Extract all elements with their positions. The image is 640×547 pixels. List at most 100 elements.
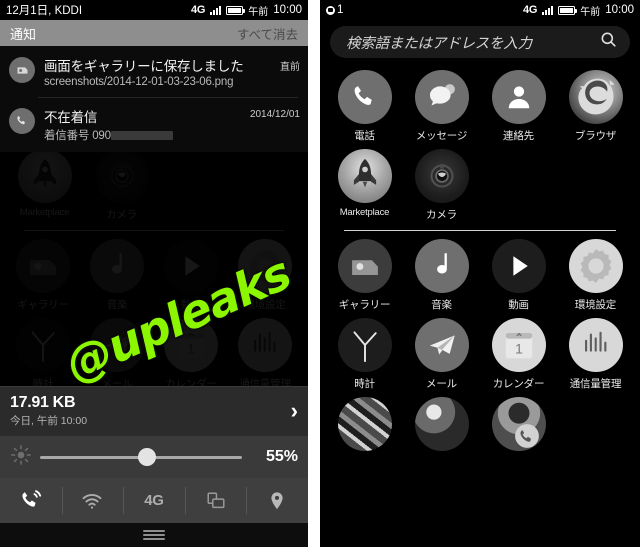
app-label: カレンダー [492,378,545,390]
photo-contact-call-icon[interactable] [491,397,546,451]
app-grid-row: 電話 メッセージ 連絡先 ブラウザ [326,64,634,143]
brightness-row: 55% [0,436,308,478]
phone-icon[interactable] [337,70,392,124]
settings-gear-icon[interactable] [568,239,623,293]
video-play-icon [164,239,218,293]
ringer-toggle[interactable] [0,478,62,523]
home-handle-bar[interactable] [0,523,308,547]
app-icon-ギャラリー[interactable]: ギャラリー [326,233,403,312]
app-grid-row: Marketplace カメラ [326,143,634,222]
right-phone-panel: 1 4G 午前 10:00 検索語またはアドレスを入力 電話 メッセージ連絡先 … [320,0,640,547]
brightness-sun-icon [10,444,32,471]
app-icon-ギャラリー: ギャラリー [6,233,80,312]
app-icon-メール: メール [80,312,154,391]
app-icon-カメラ[interactable]: カメラ [403,143,480,222]
app-icon-カレンダー: 1 カレンダー [154,312,228,391]
brightness-slider[interactable] [40,448,242,466]
location-toggle[interactable] [246,478,308,523]
chevron-right-icon[interactable]: › [291,400,298,422]
signal-bars-icon [210,5,222,15]
app-label: Marketplace [339,207,390,218]
data-usage-row[interactable]: 17.91 KB 今日, 午前 10:00 › [0,386,308,436]
message-bubble-icon[interactable] [414,70,469,124]
home-handle-icon[interactable] [143,528,165,542]
app-icon-動画: 動画 [154,233,228,312]
status-network-label: 4G [522,4,538,16]
app-icon-ブラウザ[interactable]: ブラウザ [557,64,634,143]
homescreen: 検索語またはアドレスを入力 電話 メッセージ 連絡先 ブラウザ Marketplace カ… [320,20,640,547]
gallery-icon[interactable] [337,239,392,293]
notification-subtitle: screenshots/2014-12-01-03-23-06.png [44,76,234,88]
calendar-icon: 1 [164,318,218,372]
notification-subtitle: 着信番号 090 [44,130,111,142]
app-icon-カレンダー[interactable]: 1 カレンダー [480,312,557,391]
notification-time: 直前 [280,62,300,73]
notification-count-badge: 1 [326,4,343,16]
status-time: 10:00 [605,4,634,16]
app-grid-row: Marketplace カメラ [6,143,302,222]
app-icon-photo-2[interactable] [403,391,480,455]
music-note-icon[interactable] [414,239,469,293]
video-play-icon[interactable] [491,239,546,293]
marketplace-rocket-icon[interactable] [337,149,392,203]
quick-toggle-row: 4G [0,478,308,523]
app-icon-photo-3[interactable] [480,391,557,455]
gallery-icon [9,57,35,83]
wifi-toggle[interactable] [61,478,124,523]
app-label: 動画 [180,299,202,311]
app-label: 動画 [508,299,529,311]
app-label: 環境設定 [574,299,617,311]
app-icon-音楽[interactable]: 音楽 [403,233,480,312]
photo-thumb-icon[interactable] [414,397,469,451]
app-grid-row: ギャラリー 音楽 動画 環境設定 [326,233,634,312]
photo-thumb-icon[interactable] [337,397,392,451]
brightness-percent: 55% [265,448,298,465]
marketplace-rocket-icon [17,149,72,203]
status-date-carrier: 12月1日, KDDI [6,2,82,18]
data-usage-amount: 17.91 KB [10,394,76,411]
app-grid-row: 時計 メール 1 カレンダー 通信量管理 [6,312,302,391]
brightness-slider-thumb[interactable] [138,448,157,466]
app-grid-row [326,391,634,455]
calendar-icon[interactable]: 1 [491,318,546,372]
status-time: 10:00 [273,4,302,16]
clear-all-button[interactable]: すべて消去 [237,24,298,43]
app-label: メール [426,378,457,390]
firefox-browser-icon[interactable] [568,70,623,124]
notification-title: 不在着信 [44,110,98,125]
notification-item[interactable]: 画面をギャラリーに保存しました screenshots/2014-12-01-0… [0,46,308,97]
app-icon-電話[interactable]: 電話 [326,64,403,143]
status-ampm: 午前 [580,6,601,18]
camera-icon[interactable] [414,149,469,203]
app-label: 時計 [354,378,375,390]
app-icon-メッセージ[interactable]: メッセージ [403,64,480,143]
left-phone-panel: 12月1日, KDDI 4G 午前 10:00 電話メッセージ連絡先ブラウザMa… [0,0,308,547]
notification-item[interactable]: 不在着信 着信番号 090 2014/12/01 [0,97,308,152]
app-icon-photo-1[interactable] [326,391,403,455]
notification-list: 画面をギャラリーに保存しました screenshots/2014-12-01-0… [0,46,308,152]
search-input[interactable]: 検索語またはアドレスを入力 [346,32,532,53]
app-label: ギャラリー [338,299,391,311]
app-icon-カメラ: カメラ [83,143,160,222]
clock-icon [16,318,70,372]
search-icon[interactable] [599,30,618,54]
app-icon-Marketplace[interactable]: Marketplace [326,143,403,222]
svg-text:1: 1 [187,342,195,358]
right-status-bar: 1 4G 午前 10:00 [320,0,640,20]
app-icon-環境設定[interactable]: 環境設定 [557,233,634,312]
contacts-person-icon[interactable] [491,70,546,124]
clock-icon[interactable] [337,318,392,372]
rotation-lock-toggle[interactable] [184,478,247,523]
data-toggle[interactable]: 4G [123,478,185,523]
search-bar[interactable]: 検索語またはアドレスを入力 [330,26,630,58]
battery-icon [226,5,246,15]
app-icon-時計[interactable]: 時計 [326,312,403,391]
homescreen-divider [344,230,616,231]
app-icon-連絡先[interactable]: 連絡先 [480,64,557,143]
app-icon-通信量管理[interactable]: 通信量管理 [557,312,634,391]
app-icon-メール[interactable]: メール [403,312,480,391]
email-paperplane-icon[interactable] [414,318,469,372]
data-usage-bars-icon[interactable] [568,318,623,372]
screenshot-root: 12月1日, KDDI 4G 午前 10:00 電話メッセージ連絡先ブラウザ Ma… [0,0,640,547]
app-icon-動画[interactable]: 動画 [480,233,557,312]
